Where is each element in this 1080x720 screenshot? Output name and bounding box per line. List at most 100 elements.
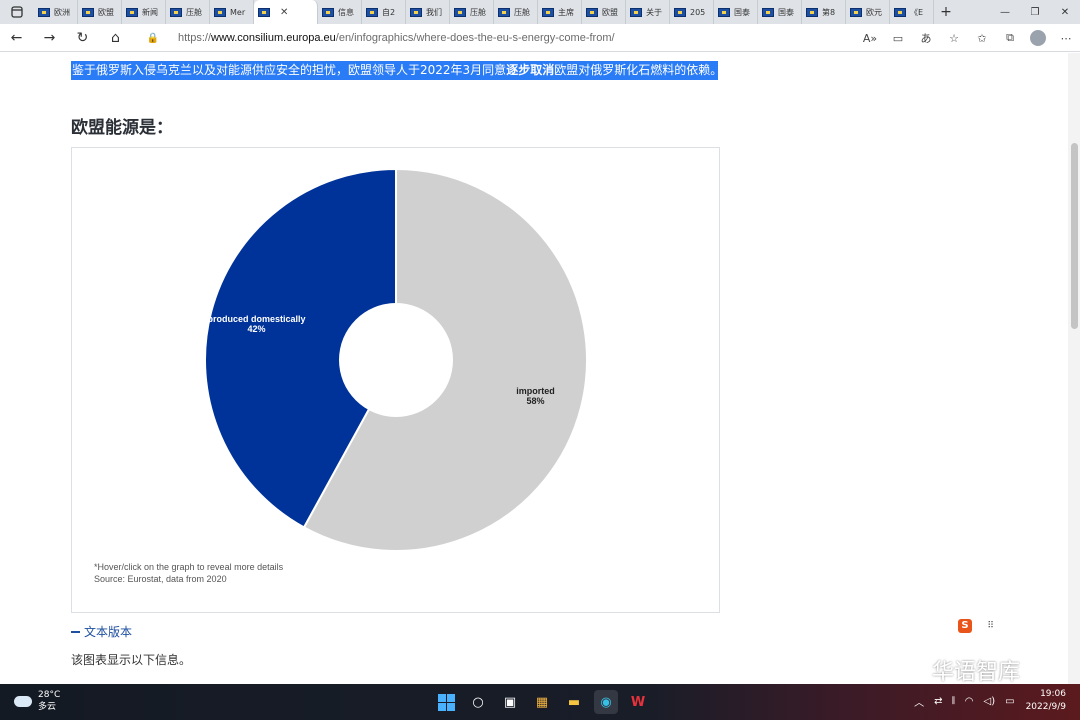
tab-label: 205 — [690, 7, 706, 17]
tab-favicon-icon — [170, 7, 182, 17]
tab-label: Mer — [230, 7, 246, 17]
wechat-icon — [890, 658, 924, 682]
source-note: Source: Eurostat, data from 2020 — [94, 574, 227, 584]
url-field[interactable]: 🔒 https://www.consilium.europa.eu/en/inf… — [142, 27, 942, 49]
tab-favicon-icon — [126, 7, 138, 17]
chart-description: 该图表显示以下信息。 — [71, 653, 192, 667]
clock-date: 2022/9/9 — [1025, 702, 1066, 712]
weather-widget[interactable]: 28°C 多云 — [14, 689, 60, 713]
audio-meter-icon[interactable]: 𝄃 — [953, 696, 955, 707]
edge-browser-icon[interactable]: ◉ — [594, 690, 618, 714]
sogou-ime-icon[interactable]: S — [958, 619, 972, 633]
slice-value-label: 42% — [248, 324, 266, 334]
slice-value-label: 58% — [526, 396, 544, 406]
home-button[interactable]: ⌂ — [99, 30, 132, 46]
intro-text-start: 鉴于俄罗斯入侵乌克兰以及对能源供应安全的担忧，欧盟领导人于2022年3月同意 — [72, 63, 507, 77]
energy-chart[interactable]: imported 58% produced domestically 42% *Hov… — [71, 147, 720, 613]
browser-tab[interactable]: 新闻 — [122, 0, 166, 24]
wps-office-icon[interactable]: W — [626, 690, 650, 714]
more-menu-icon[interactable]: ⋯ — [1052, 32, 1080, 45]
translate-icon[interactable]: あ — [912, 30, 940, 46]
url-domain: www.consilium.europa.eu — [211, 32, 336, 44]
wifi-icon[interactable]: ◠ — [965, 696, 974, 707]
new-tab-button[interactable]: + — [934, 4, 958, 20]
taskbar-apps: ○ ▣ ▦ ▬ ◉ W — [430, 690, 654, 714]
volume-icon[interactable]: ◁) — [984, 696, 996, 707]
browser-tab[interactable]: 主席 — [538, 0, 582, 24]
tab-favicon-icon — [322, 7, 334, 17]
clock[interactable]: 19:06 2022/9/9 — [1026, 688, 1066, 714]
page-content: 鉴于俄罗斯入侵乌克兰以及对能源供应安全的担忧，欧盟领导人于2022年3月同意逐步… — [0, 53, 1068, 684]
browser-tab[interactable]: ✕ — [254, 0, 318, 24]
tab-strip: 欧洲 欧盟 新闻 压舱 Mer ✕ 信息 自2 我们 压舱 压舱 主席 欧盟 关于 205 国泰 国泰 第8 欧元 《… — [0, 0, 1080, 24]
ime-switch-icon[interactable]: ⇄ — [934, 696, 942, 707]
collections-icon[interactable]: ⧉ — [996, 31, 1024, 45]
browser-tab[interactable]: 国泰 — [758, 0, 802, 24]
search-icon[interactable]: ○ — [466, 690, 490, 714]
tab-favicon-icon — [258, 7, 270, 17]
vertical-scrollbar[interactable] — [1068, 53, 1080, 684]
clock-time: 19:06 — [1040, 689, 1066, 699]
tab-label: 压舱 — [470, 7, 486, 17]
browser-tab[interactable]: 欧元 — [846, 0, 890, 24]
browser-tab[interactable]: 欧洲 — [34, 0, 78, 24]
task-view-icon[interactable]: ▣ — [498, 690, 522, 714]
browser-tab[interactable]: 关于 — [626, 0, 670, 24]
browser-tab[interactable]: 《E — [890, 0, 934, 24]
lock-icon[interactable]: 🔒 — [142, 33, 164, 44]
ime-toolbar[interactable]: S ⠿ — [958, 616, 994, 636]
start-button[interactable] — [434, 690, 458, 714]
browser-tab[interactable]: 信息 — [318, 0, 362, 24]
tab-label: 《E — [910, 7, 924, 17]
watermark-text: 华语智库 — [932, 660, 1021, 685]
read-aloud-icon[interactable]: A» — [856, 32, 884, 45]
browser-tab[interactable]: 压舱 — [494, 0, 538, 24]
weather-desc: 多云 — [38, 702, 57, 712]
tab-favicon-icon — [82, 7, 94, 17]
tab-label: 关于 — [646, 7, 662, 17]
tab-favicon-icon — [806, 7, 818, 17]
browser-tab[interactable]: 欧盟 — [78, 0, 122, 24]
ime-keyboard-icon[interactable]: ⠿ — [987, 621, 994, 631]
maximize-button[interactable]: ❐ — [1020, 7, 1050, 18]
tab-label: 自2 — [382, 7, 396, 17]
section-title: 欧盟能源是： — [71, 118, 173, 138]
immersive-reader-icon[interactable]: ▭ — [884, 32, 912, 45]
browser-tab[interactable]: 第8 — [802, 0, 846, 24]
browser-tab[interactable]: 压舱 — [450, 0, 494, 24]
browser-tab[interactable]: 205 — [670, 0, 714, 24]
browser-tab[interactable]: 我们 — [406, 0, 450, 24]
store-icon[interactable]: ▦ — [530, 690, 554, 714]
scrollbar-thumb[interactable] — [1071, 143, 1078, 329]
donut-chart-svg[interactable]: imported58% produced domestically42% — [72, 148, 721, 614]
close-tab-icon[interactable]: ✕ — [280, 7, 288, 18]
show-hidden-icons-icon[interactable]: ︿ — [914, 694, 924, 709]
tab-actions-button[interactable] — [0, 0, 34, 24]
text-version-label: 文本版本 — [84, 625, 133, 639]
browser-tab[interactable]: 压舱 — [166, 0, 210, 24]
refresh-button[interactable]: ↻ — [66, 30, 99, 46]
profile-avatar[interactable] — [1030, 30, 1046, 46]
taskbar: 28°C 多云 ○ ▣ ▦ ▬ ◉ W ︿ ⇄ 𝄃 ◠ ◁) ▭ 19:06 2… — [0, 684, 1080, 720]
favorites-icon[interactable]: ✩ — [968, 32, 996, 45]
browser-tab[interactable]: 欧盟 — [582, 0, 626, 24]
url-path: /en/infographics/where-does-the-eu-s-ene… — [335, 32, 615, 44]
text-version-toggle[interactable]: 文本版本 — [71, 623, 132, 640]
browser-tab[interactable]: 国泰 — [714, 0, 758, 24]
tab-label: 国泰 — [734, 7, 750, 17]
tab-favicon-icon — [214, 7, 226, 17]
address-bar: ← → ↻ ⌂ 🔒 https://www.consilium.europa.e… — [0, 24, 1080, 52]
selected-intro-text[interactable]: 鉴于俄罗斯入侵乌克兰以及对能源供应安全的担忧，欧盟领导人于2022年3月同意逐步… — [71, 61, 722, 80]
tab-list: 欧洲 欧盟 新闻 压舱 Mer ✕ 信息 自2 我们 压舱 压舱 主席 欧盟 关于 205 国泰 国泰 第8 欧元 《… — [34, 0, 934, 24]
file-explorer-icon[interactable]: ▬ — [562, 690, 586, 714]
url-text: https://www.consilium.europa.eu/en/infog… — [178, 32, 615, 44]
close-window-button[interactable]: ✕ — [1050, 7, 1080, 18]
minimize-button[interactable]: — — [990, 7, 1020, 18]
battery-icon[interactable]: ▭ — [1005, 696, 1014, 707]
forward-button[interactable]: → — [33, 30, 66, 46]
back-button[interactable]: ← — [0, 30, 33, 46]
browser-tab[interactable]: 自2 — [362, 0, 406, 24]
tab-label: 压舱 — [186, 7, 202, 17]
favorite-star-icon[interactable]: ☆ — [940, 32, 968, 45]
browser-tab[interactable]: Mer — [210, 0, 254, 24]
